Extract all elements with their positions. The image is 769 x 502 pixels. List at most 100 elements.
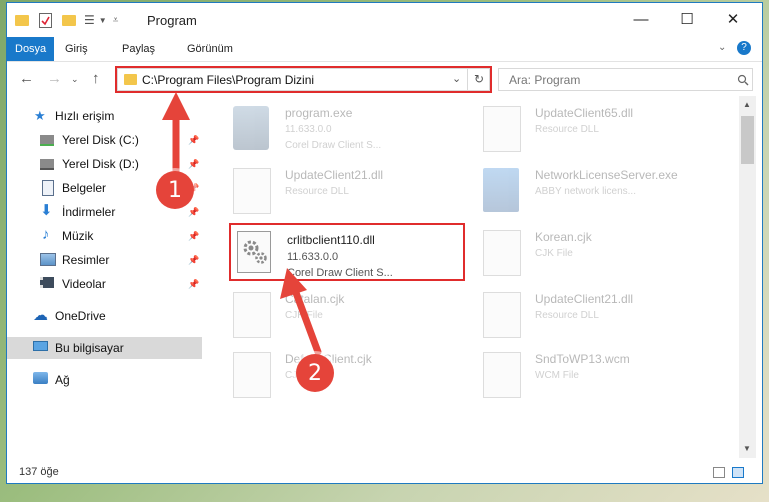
minimize-button[interactable]: — bbox=[618, 3, 664, 35]
file-type: CJK File bbox=[535, 248, 573, 259]
sidebar-item-pictures[interactable]: Resimler 📌 bbox=[7, 249, 202, 271]
file-type: Resource DLL bbox=[535, 310, 599, 321]
file-name: UpdateClient21.dll bbox=[285, 168, 384, 182]
address-highlight-box bbox=[115, 66, 492, 93]
exe-icon bbox=[233, 106, 269, 150]
sidebar-item-videos[interactable]: Videolar 📌 bbox=[7, 273, 202, 295]
maximize-button[interactable]: ☐ bbox=[664, 3, 710, 35]
folder-icon[interactable] bbox=[15, 14, 29, 26]
title-bar: ☰ ▼ ⩡ Program — ☐ ✕ bbox=[7, 3, 762, 37]
sidebar-item-label: Ağ bbox=[55, 373, 70, 387]
expand-ribbon-icon[interactable]: ⌄ bbox=[718, 42, 726, 53]
ribbon-tabs: Dosya Giriş Paylaş Görünüm ⌄ ? bbox=[7, 37, 762, 62]
sidebar-item-disk-c[interactable]: Yerel Disk (C:) 📌 bbox=[7, 129, 202, 151]
tab-dosya[interactable]: Dosya bbox=[7, 37, 55, 61]
sidebar-item-music[interactable]: ♪ Müzik 📌 bbox=[7, 225, 202, 247]
tab-gorunum[interactable]: Görünüm bbox=[187, 37, 233, 61]
window-title: Program bbox=[147, 13, 197, 28]
dll-file-icon bbox=[483, 106, 521, 152]
file-name: program.exe bbox=[285, 106, 353, 120]
close-button[interactable]: ✕ bbox=[710, 3, 756, 35]
list-item[interactable]: UpdateClient21.dll Resource DLL bbox=[227, 162, 465, 218]
pin-icon[interactable]: 📌 bbox=[188, 159, 199, 170]
documents-icon bbox=[42, 180, 54, 196]
step-2-badge: 2 bbox=[296, 354, 334, 392]
forward-arrow-icon[interactable]: → bbox=[47, 70, 62, 87]
file-list: program.exe 11.633.0.0 Corel Draw Client… bbox=[217, 96, 739, 458]
scrollbar-thumb[interactable] bbox=[741, 116, 754, 164]
help-icon[interactable]: ? bbox=[737, 41, 751, 55]
file-icon bbox=[233, 352, 271, 398]
pin-icon[interactable]: 📌 bbox=[188, 135, 199, 146]
list-item[interactable]: UpdateClient65.dll Resource DLL bbox=[477, 100, 715, 156]
pin-icon[interactable]: 📌 bbox=[188, 255, 199, 266]
search-input[interactable]: Ara: Program bbox=[498, 68, 753, 91]
dll-gear-file-icon bbox=[237, 231, 271, 273]
star-icon: ★ bbox=[34, 108, 46, 123]
file-type: Resource DLL bbox=[535, 124, 599, 135]
tab-giris[interactable]: Giriş bbox=[65, 37, 88, 61]
sidebar-item-label: OneDrive bbox=[55, 309, 106, 323]
file-name: NetworkLicenseServer.exe bbox=[535, 168, 678, 182]
sidebar-item-label: Belgeler bbox=[62, 181, 107, 195]
file-version: 11.633.0.0 bbox=[287, 251, 339, 263]
file-description: ABBY network licens... bbox=[535, 186, 636, 197]
file-name: SndToWP13.wcm bbox=[535, 352, 630, 366]
new-folder-icon[interactable] bbox=[62, 14, 76, 26]
up-arrow-icon[interactable]: ↑ bbox=[92, 70, 100, 87]
drive-icon bbox=[40, 159, 54, 170]
sidebar-item-network[interactable]: Ağ bbox=[7, 369, 202, 391]
file-type: CJK File bbox=[285, 310, 323, 321]
highlight-box: crlitbclient110.dll 11.633.0.0 Corel Dra… bbox=[229, 223, 465, 281]
view-options-icon[interactable]: ☰ bbox=[84, 13, 95, 27]
pin-icon[interactable]: 📌 bbox=[188, 231, 199, 242]
file-name: UpdateClient21.dll bbox=[535, 292, 634, 306]
navigation-bar: ← → ⌄ ↑ C:\Program Files\Program Dizini … bbox=[7, 62, 762, 96]
sidebar-item-this-pc[interactable]: Bu bilgisayar bbox=[7, 337, 202, 359]
exe-icon bbox=[483, 168, 519, 212]
cloud-icon: ☁ bbox=[33, 307, 48, 324]
list-item[interactable]: SndToWP13.wcm WCM File bbox=[477, 346, 715, 402]
search-placeholder: Ara: Program bbox=[509, 73, 581, 87]
properties-icon[interactable] bbox=[39, 12, 52, 28]
list-item[interactable]: Korean.cjk CJK File bbox=[477, 224, 715, 280]
list-item[interactable]: UpdateClient21.dll Resource DLL bbox=[477, 286, 715, 342]
file-name: crlitbclient110.dll bbox=[287, 233, 375, 247]
list-item-highlighted[interactable]: crlitbclient110.dll 11.633.0.0 Corel Dra… bbox=[229, 223, 467, 281]
back-arrow-icon[interactable]: ← bbox=[19, 70, 34, 87]
chevron-down-icon[interactable]: ▼ bbox=[99, 16, 107, 25]
scroll-up-icon[interactable]: ▲ bbox=[743, 100, 751, 109]
file-icon bbox=[483, 352, 521, 398]
recent-locations-icon[interactable]: ⌄ bbox=[71, 74, 79, 85]
pin-icon[interactable]: 📌 bbox=[188, 207, 199, 218]
vertical-scrollbar[interactable]: ▲ ▼ bbox=[739, 96, 756, 458]
step-1-badge: 1 bbox=[156, 171, 194, 209]
list-item[interactable]: Catalan.cjk CJK File bbox=[227, 286, 465, 342]
details-view-icon[interactable] bbox=[713, 467, 725, 478]
network-icon bbox=[33, 372, 48, 384]
sidebar-item-quick-access[interactable]: ★ Hızlı erişim bbox=[7, 105, 202, 127]
computer-icon bbox=[33, 341, 48, 351]
file-type: Resource DLL bbox=[285, 186, 349, 197]
list-item[interactable]: program.exe 11.633.0.0 Corel Draw Client… bbox=[227, 100, 465, 156]
navigation-pane: ★ Hızlı erişim Yerel Disk (C:) 📌 Yerel D… bbox=[7, 96, 202, 461]
sidebar-item-label: Videolar bbox=[62, 277, 106, 291]
scroll-down-icon[interactable]: ▼ bbox=[743, 444, 751, 453]
videos-icon bbox=[40, 277, 54, 288]
item-count: 137 öğe bbox=[19, 466, 59, 478]
drive-icon bbox=[40, 135, 54, 146]
file-icon bbox=[483, 230, 521, 276]
sidebar-item-label: Resimler bbox=[62, 253, 110, 267]
sidebar-item-onedrive[interactable]: ☁ OneDrive bbox=[7, 305, 202, 327]
pin-icon[interactable]: 📌 bbox=[188, 279, 199, 290]
sidebar-item-label: Hızlı erişim bbox=[55, 109, 115, 123]
file-icon bbox=[233, 292, 271, 338]
sidebar-item-label: Yerel Disk (C:) bbox=[62, 133, 139, 147]
customize-toolbar-icon[interactable]: ⩡ bbox=[113, 15, 119, 26]
list-item[interactable]: NetworkLicenseServer.exe ABBY network li… bbox=[477, 162, 715, 218]
list-item[interactable]: DefaultClient.cjk CJK File bbox=[227, 346, 465, 402]
large-icons-view-icon[interactable] bbox=[732, 467, 744, 478]
tab-paylas[interactable]: Paylaş bbox=[122, 37, 155, 61]
sidebar-item-label: Yerel Disk (D:) bbox=[62, 157, 139, 171]
dll-file-icon bbox=[483, 292, 521, 338]
